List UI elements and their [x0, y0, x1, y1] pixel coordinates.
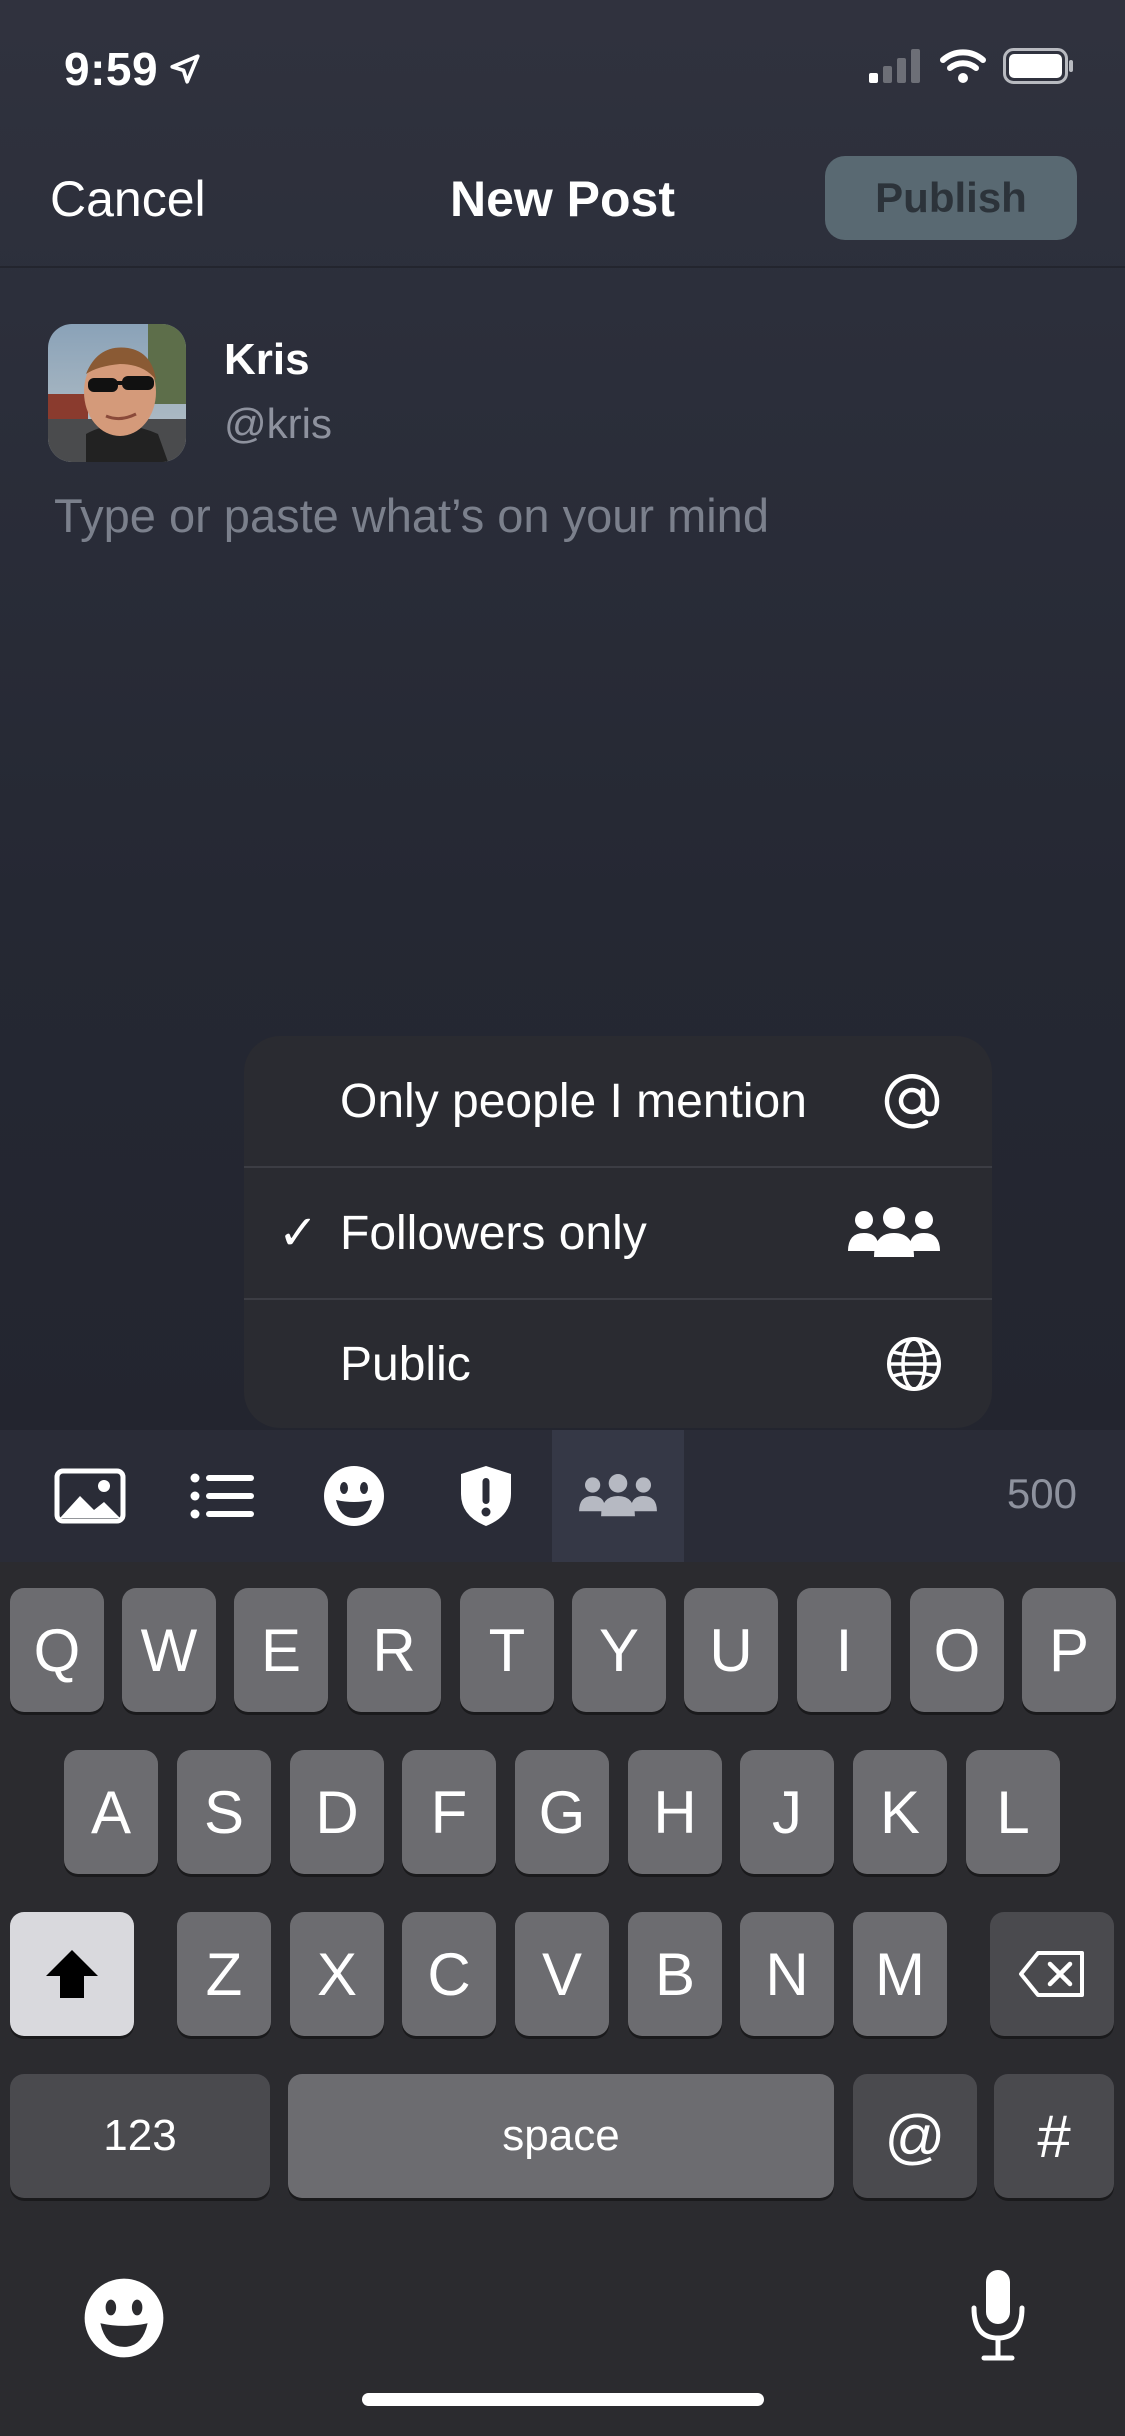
key-q[interactable]: Q — [10, 1588, 104, 1712]
key-k[interactable]: K — [853, 1750, 947, 1874]
image-icon — [54, 1468, 126, 1524]
menu-item-label: Followers only — [340, 1206, 647, 1260]
menu-item-label: Only people I mention — [340, 1074, 807, 1128]
avatar — [48, 324, 186, 462]
battery-icon — [1003, 48, 1073, 84]
key-p[interactable]: P — [1022, 1588, 1116, 1712]
key-t[interactable]: T — [460, 1588, 554, 1712]
avatar-photo — [48, 324, 186, 462]
author-name: Kris — [224, 335, 310, 384]
key-b[interactable]: B — [628, 1912, 722, 2036]
compose-text-area[interactable]: Type or paste what’s on your mind — [54, 488, 769, 543]
character-counter: 500 — [1006, 1470, 1077, 1517]
key-m[interactable]: M — [853, 1912, 947, 2036]
checkmark-icon: ✓ — [278, 1207, 319, 1260]
key-h[interactable]: H — [628, 1750, 722, 1874]
status-icons — [869, 48, 1075, 84]
key-z[interactable]: Z — [177, 1912, 271, 2036]
shift-icon — [46, 1950, 98, 1998]
visibility-menu: Only people I mention ✓ Followers only P… — [244, 1036, 992, 1428]
at-icon — [882, 1071, 942, 1131]
key-f[interactable]: F — [402, 1750, 496, 1874]
content-warning-button[interactable] — [420, 1430, 552, 1562]
clock-text: 9:59 — [64, 43, 159, 95]
status-bar: 9:59 — [0, 0, 1125, 140]
publish-button[interactable]: Publish — [825, 156, 1077, 240]
key-g[interactable]: G — [515, 1750, 609, 1874]
signal-icon — [869, 49, 920, 83]
new-post-screen: 9:59 Cancel New Post Publish Kris @kris … — [0, 0, 1125, 2436]
key-y[interactable]: Y — [572, 1588, 666, 1712]
at-key[interactable]: @ — [853, 2074, 977, 2198]
key-v[interactable]: V — [515, 1912, 609, 2036]
add-poll-button[interactable] — [156, 1430, 288, 1562]
home-indicator[interactable] — [362, 2393, 764, 2406]
location-arrow-icon — [170, 54, 200, 84]
menu-item-label: Public — [340, 1337, 471, 1391]
emoji-icon — [84, 2278, 164, 2358]
numbers-key[interactable]: 123 — [10, 2074, 270, 2198]
content-warning-icon — [461, 1466, 511, 1526]
author-handle: @kris — [224, 400, 332, 447]
cancel-button[interactable]: Cancel — [50, 170, 206, 228]
people-icon — [579, 1474, 657, 1517]
key-u[interactable]: U — [684, 1588, 778, 1712]
key-r[interactable]: R — [347, 1588, 441, 1712]
key-a[interactable]: A — [64, 1750, 158, 1874]
microphone-icon — [971, 2270, 1025, 2361]
key-w[interactable]: W — [122, 1588, 216, 1712]
backspace-icon — [1019, 1951, 1084, 1997]
menu-item-followers-only[interactable]: ✓ Followers only — [244, 1168, 992, 1300]
status-time: 9:59 — [64, 42, 202, 96]
space-key[interactable]: space — [288, 2074, 834, 2198]
key-l[interactable]: L — [966, 1750, 1060, 1874]
menu-item-mentioned-only[interactable]: Only people I mention — [244, 1036, 992, 1168]
globe-icon — [886, 1336, 942, 1392]
shift-key[interactable] — [10, 1912, 134, 2036]
key-o[interactable]: O — [910, 1588, 1004, 1712]
key-e[interactable]: E — [234, 1588, 328, 1712]
nav-header: Cancel New Post Publish — [0, 140, 1125, 268]
key-c[interactable]: C — [402, 1912, 496, 2036]
emoji-keyboard-button[interactable] — [82, 2276, 166, 2365]
visibility-button[interactable] — [552, 1430, 684, 1562]
menu-item-public[interactable]: Public — [244, 1300, 992, 1428]
key-x[interactable]: X — [290, 1912, 384, 2036]
emoji-icon — [324, 1466, 384, 1526]
keyboard: Q W E R T Y U I O P A S D F G H J K L Z … — [0, 1562, 1125, 2436]
key-d[interactable]: D — [290, 1750, 384, 1874]
add-media-button[interactable] — [24, 1430, 156, 1562]
emoji-button[interactable] — [288, 1430, 420, 1562]
people-icon — [846, 1207, 942, 1259]
backspace-key[interactable] — [990, 1912, 1114, 2036]
key-s[interactable]: S — [177, 1750, 271, 1874]
hash-key[interactable]: # — [994, 2074, 1114, 2198]
key-i[interactable]: I — [797, 1588, 891, 1712]
compose-toolbar: 500 — [0, 1430, 1125, 1562]
wifi-icon — [940, 49, 986, 83]
key-n[interactable]: N — [740, 1912, 834, 2036]
key-j[interactable]: J — [740, 1750, 834, 1874]
list-icon — [190, 1473, 254, 1519]
dictation-button[interactable] — [966, 2268, 1030, 2369]
